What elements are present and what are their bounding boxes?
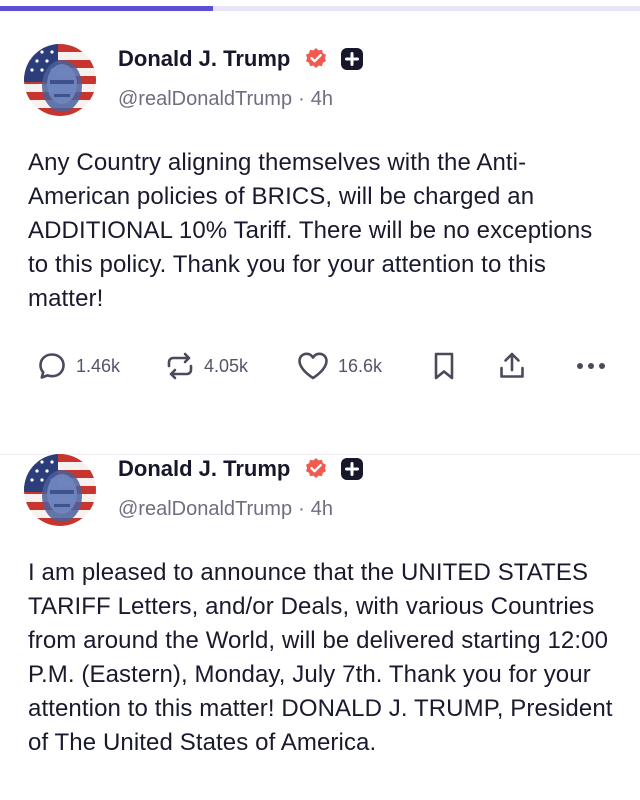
more-options-button[interactable] [574,348,608,384]
author-handle[interactable]: @realDonaldTrump [118,88,292,110]
handle-row: @realDonaldTrump · 4h [118,88,333,111]
post-divider [0,454,640,455]
author-handle[interactable]: @realDonaldTrump [118,498,292,520]
repost-count: 4.05k [204,355,249,376]
separator: · [298,88,305,110]
share-upload-icon [496,350,528,382]
heart-icon [296,350,330,382]
separator: · [298,498,305,520]
handle-row: @realDonaldTrump · 4h [118,498,333,521]
reply-count: 1.46k [76,355,121,376]
like-count: 16.6k [338,355,383,376]
like-button[interactable]: 16.6k [296,348,382,384]
post-time[interactable]: 4h [311,498,333,520]
avatar[interactable] [24,44,96,116]
verified-badge-icon [304,47,328,71]
author-name[interactable]: Donald J. Trump [118,456,290,482]
post-time[interactable]: 4h [311,88,333,110]
post-body: Any Country aligning themselves with the… [28,149,593,312]
more-dots-icon [574,350,608,382]
repost-arrows-icon [164,350,196,382]
progress-bar-fill [0,6,214,11]
plus-box-icon[interactable] [340,457,364,481]
reply-button[interactable]: 1.46k [36,348,120,384]
avatar[interactable] [24,454,96,526]
plus-box-icon[interactable] [340,47,364,71]
progress-track [0,6,640,11]
bookmark-icon [430,350,458,382]
author-name[interactable]: Donald J. Trump [118,46,290,72]
action-bar: 1.46k 4.05k 16.6k [0,348,640,388]
repost-button[interactable]: 4.05k [164,348,248,384]
share-button[interactable] [496,348,528,384]
post-body: I am pleased to announce that the UNITED… [28,559,613,756]
verified-badge-icon [304,457,328,481]
speech-bubble-icon [36,350,68,382]
bookmark-button[interactable] [430,348,458,384]
